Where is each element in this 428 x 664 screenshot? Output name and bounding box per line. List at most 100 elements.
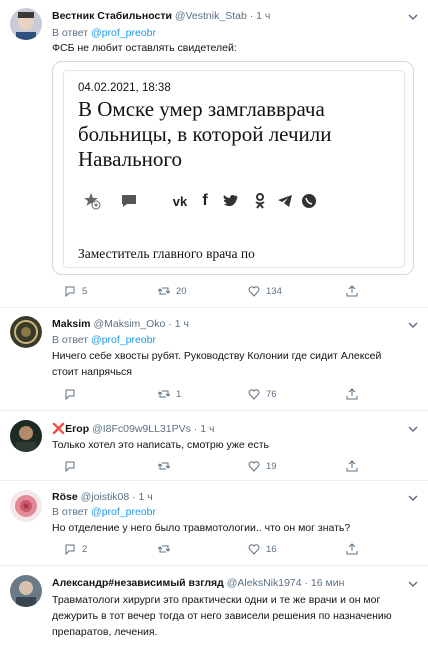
odnoklassniki-icon — [252, 191, 268, 211]
tweet-text: Травматологи хирурги это практически одн… — [52, 594, 392, 638]
share-bar: vk f — [78, 191, 398, 215]
retweet-button[interactable] — [158, 460, 176, 472]
reply-context: В ответ @prof_preobr — [52, 334, 156, 346]
whatsapp-icon — [300, 191, 318, 211]
article-screenshot: 04.02.2021, 18:38 В Омске умер замглаввр… — [63, 70, 405, 268]
retweet-icon — [158, 390, 170, 398]
retweet-icon — [158, 287, 170, 295]
like-icon — [248, 461, 260, 472]
tweet-header: Александр#независимый взгляд @AleksNik19… — [52, 577, 344, 589]
reply-context: В ответ @prof_preobr — [52, 506, 156, 518]
share-icon — [346, 388, 358, 400]
comment-icon — [120, 191, 138, 211]
more-icon[interactable] — [406, 577, 420, 591]
reply-button[interactable]: 5 — [64, 285, 87, 297]
retweet-icon — [158, 545, 170, 553]
telegram-icon — [276, 191, 294, 211]
reply-prefix: В ответ — [52, 27, 89, 39]
vk-icon: vk — [172, 193, 188, 209]
more-icon[interactable] — [406, 318, 420, 332]
like-icon — [248, 389, 260, 400]
bookmark-star-icon — [82, 191, 102, 211]
tweet-actions: 2 16 — [52, 543, 412, 557]
author-name[interactable]: ❌Егор — [52, 423, 89, 435]
author-handle[interactable]: @I8Fc09w9LL31PVs · 1 ч — [92, 423, 214, 435]
like-count: 16 — [266, 543, 277, 555]
reply-icon — [65, 544, 75, 555]
like-icon — [248, 544, 260, 555]
reply-button[interactable] — [64, 388, 82, 400]
author-handle[interactable]: @AleksNik1974 · 16 мин — [227, 577, 345, 589]
like-button[interactable]: 76 — [248, 388, 277, 400]
reply-to-link[interactable]: @prof_preobr — [91, 334, 156, 346]
avatar[interactable] — [10, 490, 42, 522]
article-date: 04.02.2021, 18:38 — [78, 82, 171, 94]
retweet-count: 20 — [176, 285, 187, 297]
reply-prefix: В ответ — [52, 506, 89, 518]
tweet-time[interactable]: · 1 ч — [250, 10, 271, 22]
author-handle[interactable]: @joistik08 · 1 ч — [81, 491, 153, 503]
tweet-text: ФСБ не любит оставлять свидетелей: — [52, 42, 237, 54]
author-name[interactable]: Röse — [52, 491, 78, 503]
author-name[interactable]: Александр#независимый взгляд — [52, 577, 224, 589]
author-handle[interactable]: @Maksim_Oko · 1 ч — [93, 318, 188, 330]
like-button[interactable]: 16 — [248, 543, 277, 555]
avatar[interactable] — [10, 316, 42, 348]
more-icon[interactable] — [406, 491, 420, 505]
tweet-actions: 19 — [52, 460, 412, 474]
divider — [0, 480, 428, 481]
reply-context: В ответ @prof_preobr — [52, 27, 156, 39]
divider — [0, 307, 428, 308]
reply-to-link[interactable]: @prof_preobr — [91, 506, 156, 518]
share-button[interactable] — [346, 285, 358, 297]
retweet-button[interactable] — [158, 543, 176, 555]
share-icon — [346, 543, 358, 555]
like-button[interactable]: 134 — [248, 285, 282, 297]
author-name[interactable]: Maksim — [52, 318, 91, 330]
avatar[interactable] — [10, 575, 42, 607]
retweet-button[interactable]: 20 — [158, 285, 187, 297]
tweet-actions: 5 20 134 — [52, 285, 412, 299]
tweet-header: Röse @joistik08 · 1 ч — [52, 491, 153, 503]
tweet-header: ❌Егор @I8Fc09w9LL31PVs · 1 ч — [52, 422, 214, 435]
like-count: 76 — [266, 388, 277, 400]
like-count: 19 — [266, 460, 277, 472]
tweet-text: Только хотел это написать, смотрю уже ес… — [52, 439, 270, 451]
reply-icon — [65, 389, 75, 400]
reply-count: 5 — [82, 285, 88, 297]
reply-prefix: В ответ — [52, 334, 89, 346]
share-icon — [346, 460, 358, 472]
tweet-actions: 1 76 — [52, 388, 412, 402]
article-subtitle: Заместитель главного врача по — [78, 246, 255, 261]
avatar[interactable] — [10, 420, 42, 452]
like-count: 134 — [266, 285, 282, 297]
reply-button[interactable] — [64, 460, 82, 472]
twitter-icon — [222, 191, 240, 211]
share-icon — [346, 285, 358, 297]
author-handle[interactable]: @Vestnik_Stab — [175, 10, 247, 22]
retweet-button[interactable]: 1 — [158, 388, 181, 400]
share-button[interactable] — [346, 388, 358, 400]
like-button[interactable]: 19 — [248, 460, 277, 472]
share-button[interactable] — [346, 460, 358, 472]
author-name[interactable]: Вестник Стабильности — [52, 10, 172, 22]
tweet-text: Но отделение у него было травмотологии..… — [52, 522, 351, 534]
divider — [0, 410, 428, 411]
more-icon[interactable] — [406, 422, 420, 436]
reply-to-link[interactable]: @prof_preobr — [91, 27, 156, 39]
news-card[interactable]: 04.02.2021, 18:38 В Омске умер замглаввр… — [52, 61, 414, 275]
article-title: В Омске умер замглавврача больницы, в ко… — [78, 97, 332, 171]
tweet-text: Ничего себе хвосты рубят. Руководству Ко… — [52, 350, 382, 378]
divider — [0, 565, 428, 566]
tweet-header: Maksim @Maksim_Oko · 1 ч — [52, 318, 189, 330]
reply-icon — [65, 286, 75, 297]
reply-count: 2 — [82, 543, 88, 555]
tweet-header: Вестник Стабильности @Vestnik_Stab · 1 ч — [52, 10, 270, 22]
reply-icon — [65, 461, 75, 472]
retweet-count: 1 — [176, 388, 182, 400]
more-icon[interactable] — [406, 10, 420, 24]
avatar[interactable] — [10, 8, 42, 40]
retweet-icon — [158, 462, 170, 470]
share-button[interactable] — [346, 543, 358, 555]
reply-button[interactable]: 2 — [64, 543, 87, 555]
